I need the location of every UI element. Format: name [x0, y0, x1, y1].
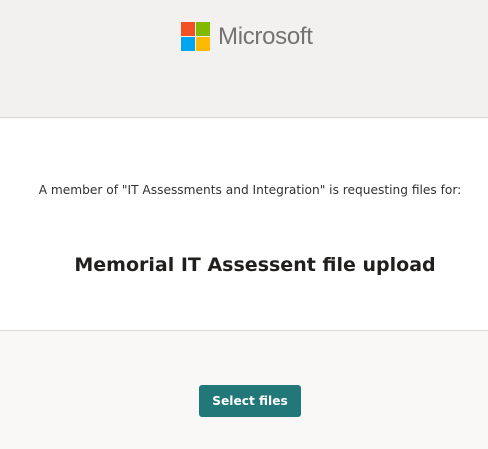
footer: Select files [0, 332, 488, 449]
logo-square-red [181, 22, 195, 36]
request-content: A member of "IT Assessments and Integrat… [0, 119, 488, 331]
request-description: A member of "IT Assessments and Integrat… [38, 183, 462, 197]
request-title: Memorial IT Assessent file upload [74, 254, 436, 276]
logo-square-blue [181, 37, 195, 51]
brand-name: Microsoft [218, 22, 313, 50]
file-request-page: Microsoft A member of "IT Assessments an… [0, 0, 488, 449]
header: Microsoft [0, 0, 488, 118]
microsoft-brand: Microsoft [181, 22, 313, 51]
microsoft-logo-icon [181, 22, 210, 51]
select-files-button[interactable]: Select files [199, 385, 301, 417]
logo-square-yellow [196, 37, 210, 51]
logo-square-green [196, 22, 210, 36]
